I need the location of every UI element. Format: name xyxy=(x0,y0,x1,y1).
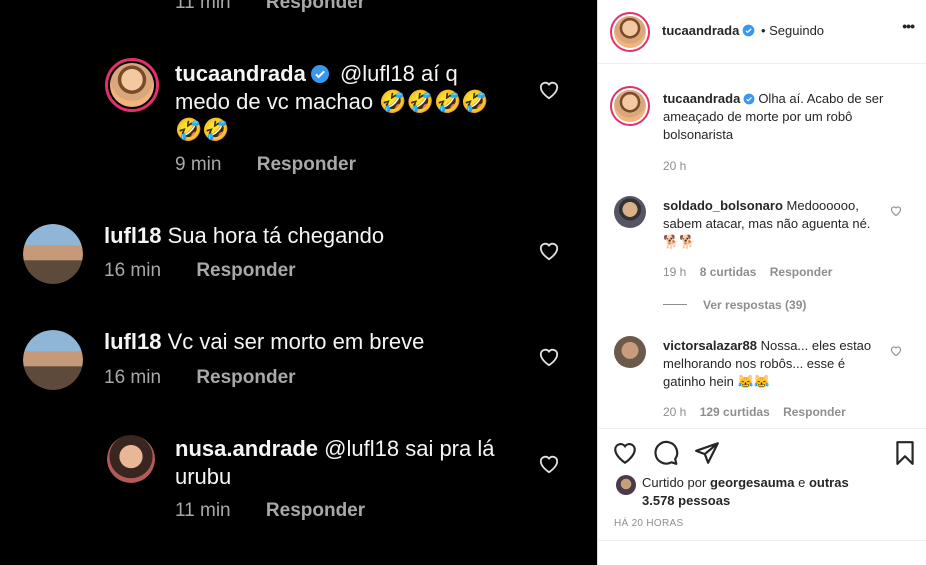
liked-by-user[interactable]: georgesauma xyxy=(710,475,795,490)
comment-username[interactable]: soldado_bolsonaro xyxy=(663,198,783,213)
comment-meta: 20 h 129 curtidas Responder xyxy=(663,405,856,419)
header-user: tucaandrada • Seguindo xyxy=(662,23,824,38)
avatar[interactable] xyxy=(107,435,155,483)
more-options-icon[interactable]: ••• xyxy=(902,18,915,34)
post-header: tucaandrada • Seguindo ••• xyxy=(598,0,926,64)
avatar[interactable] xyxy=(610,86,650,126)
comment-username[interactable]: lufl18 xyxy=(104,223,161,248)
reply-button[interactable]: Responder xyxy=(196,260,295,281)
verified-badge-icon xyxy=(742,24,755,37)
comment-likes[interactable]: 8 curtidas xyxy=(700,265,757,279)
caption: tucaandrada Olha aí. Acabo de ser ameaçad… xyxy=(663,90,908,144)
comment-meta: 11 min Responder xyxy=(175,500,365,522)
comment-meta: 19 h 8 curtidas Responder xyxy=(663,265,842,279)
comment-body: tucaandrada @lufl18 aí q medo de vc mach… xyxy=(175,60,515,144)
reply-button[interactable]: Responder xyxy=(770,265,833,279)
caption-username[interactable]: tucaandrada xyxy=(663,91,740,106)
reply-button[interactable]: Responder xyxy=(266,500,365,521)
comment-icon[interactable] xyxy=(653,440,679,466)
comment-time: 16 min xyxy=(104,260,162,281)
like-heart-icon[interactable] xyxy=(890,205,902,217)
avatar[interactable] xyxy=(616,475,636,495)
verified-badge-icon xyxy=(743,93,755,105)
post-actions: Curtido por georgesauma e outras 3.578 p… xyxy=(598,428,926,565)
comment-username[interactable]: lufl18 xyxy=(104,329,161,354)
comment: victorsalazar88 Nossa... eles estao melh… xyxy=(663,337,873,391)
share-icon[interactable] xyxy=(694,440,720,466)
liked-by-suffix: e xyxy=(798,475,806,490)
like-heart-icon[interactable] xyxy=(538,347,560,367)
comment-meta: 16 min Responder xyxy=(104,260,296,282)
avatar[interactable] xyxy=(614,196,646,228)
comment-meta: 9 min Responder xyxy=(175,154,356,176)
following-status[interactable]: • Seguindo xyxy=(761,23,824,38)
avatar[interactable] xyxy=(23,330,83,390)
comment-text: Sua hora tá chegando xyxy=(167,223,385,248)
avatar[interactable] xyxy=(610,12,650,52)
liked-by: Curtido por georgesauma e outras 3.578 p… xyxy=(642,474,872,510)
comment-meta-partial: 11 min Responder xyxy=(175,0,365,14)
comment-username[interactable]: victorsalazar88 xyxy=(663,338,757,353)
comment-body: lufl18 Sua hora tá chegando xyxy=(104,222,524,250)
comment-body: nusa.andrade @lufl18 sai pra lá urubu xyxy=(175,435,515,491)
comment-username[interactable]: nusa.andrade xyxy=(175,436,318,461)
comment: soldado_bolsonaro Medoooooo, sabem ataca… xyxy=(663,197,873,251)
comment-time: 20 h xyxy=(663,405,687,419)
post-panel: tucaandrada • Seguindo ••• tucaandrada Ol… xyxy=(597,0,926,565)
comments-screenshot: 11 min Responder tucaandrada @lufl18 aí … xyxy=(0,0,597,565)
comment-input-area[interactable] xyxy=(598,540,926,565)
comment-time: 11 min xyxy=(175,500,231,521)
reply-button[interactable]: Responder xyxy=(783,405,846,419)
comment-meta: 16 min Responder xyxy=(104,367,296,389)
comment-body: lufl18 Vc vai ser morto em breve xyxy=(104,328,524,356)
caption-time: 20 h xyxy=(663,159,687,173)
verified-badge-icon xyxy=(310,65,329,83)
like-heart-icon[interactable] xyxy=(612,440,638,466)
comment-time: 11 min xyxy=(175,0,231,13)
reply-button[interactable]: Responder xyxy=(196,367,295,388)
avatar[interactable] xyxy=(23,224,83,284)
view-replies-button[interactable]: Ver respostas (39) xyxy=(703,298,806,312)
replies-divider xyxy=(663,304,687,305)
comment-time: 19 h xyxy=(663,265,687,279)
like-heart-icon[interactable] xyxy=(538,241,560,261)
like-heart-icon[interactable] xyxy=(538,454,560,474)
comment-text: Vc vai ser morto em breve xyxy=(167,329,425,354)
comment-time: 9 min xyxy=(175,154,222,175)
like-heart-icon[interactable] xyxy=(538,80,560,100)
reply-button[interactable]: Responder xyxy=(257,154,356,175)
header-username[interactable]: tucaandrada xyxy=(662,23,739,38)
reply-button[interactable]: Responder xyxy=(266,0,365,13)
like-heart-icon[interactable] xyxy=(890,345,902,357)
comment-time: 16 min xyxy=(104,367,162,388)
save-bookmark-icon[interactable] xyxy=(892,440,918,466)
avatar[interactable] xyxy=(105,58,159,112)
comment-likes[interactable]: 129 curtidas xyxy=(700,405,770,419)
avatar[interactable] xyxy=(614,336,646,368)
liked-by-prefix: Curtido por xyxy=(642,475,707,490)
post-date: HÁ 20 HORAS xyxy=(614,518,684,529)
comment-username[interactable]: tucaandrada xyxy=(175,61,306,86)
